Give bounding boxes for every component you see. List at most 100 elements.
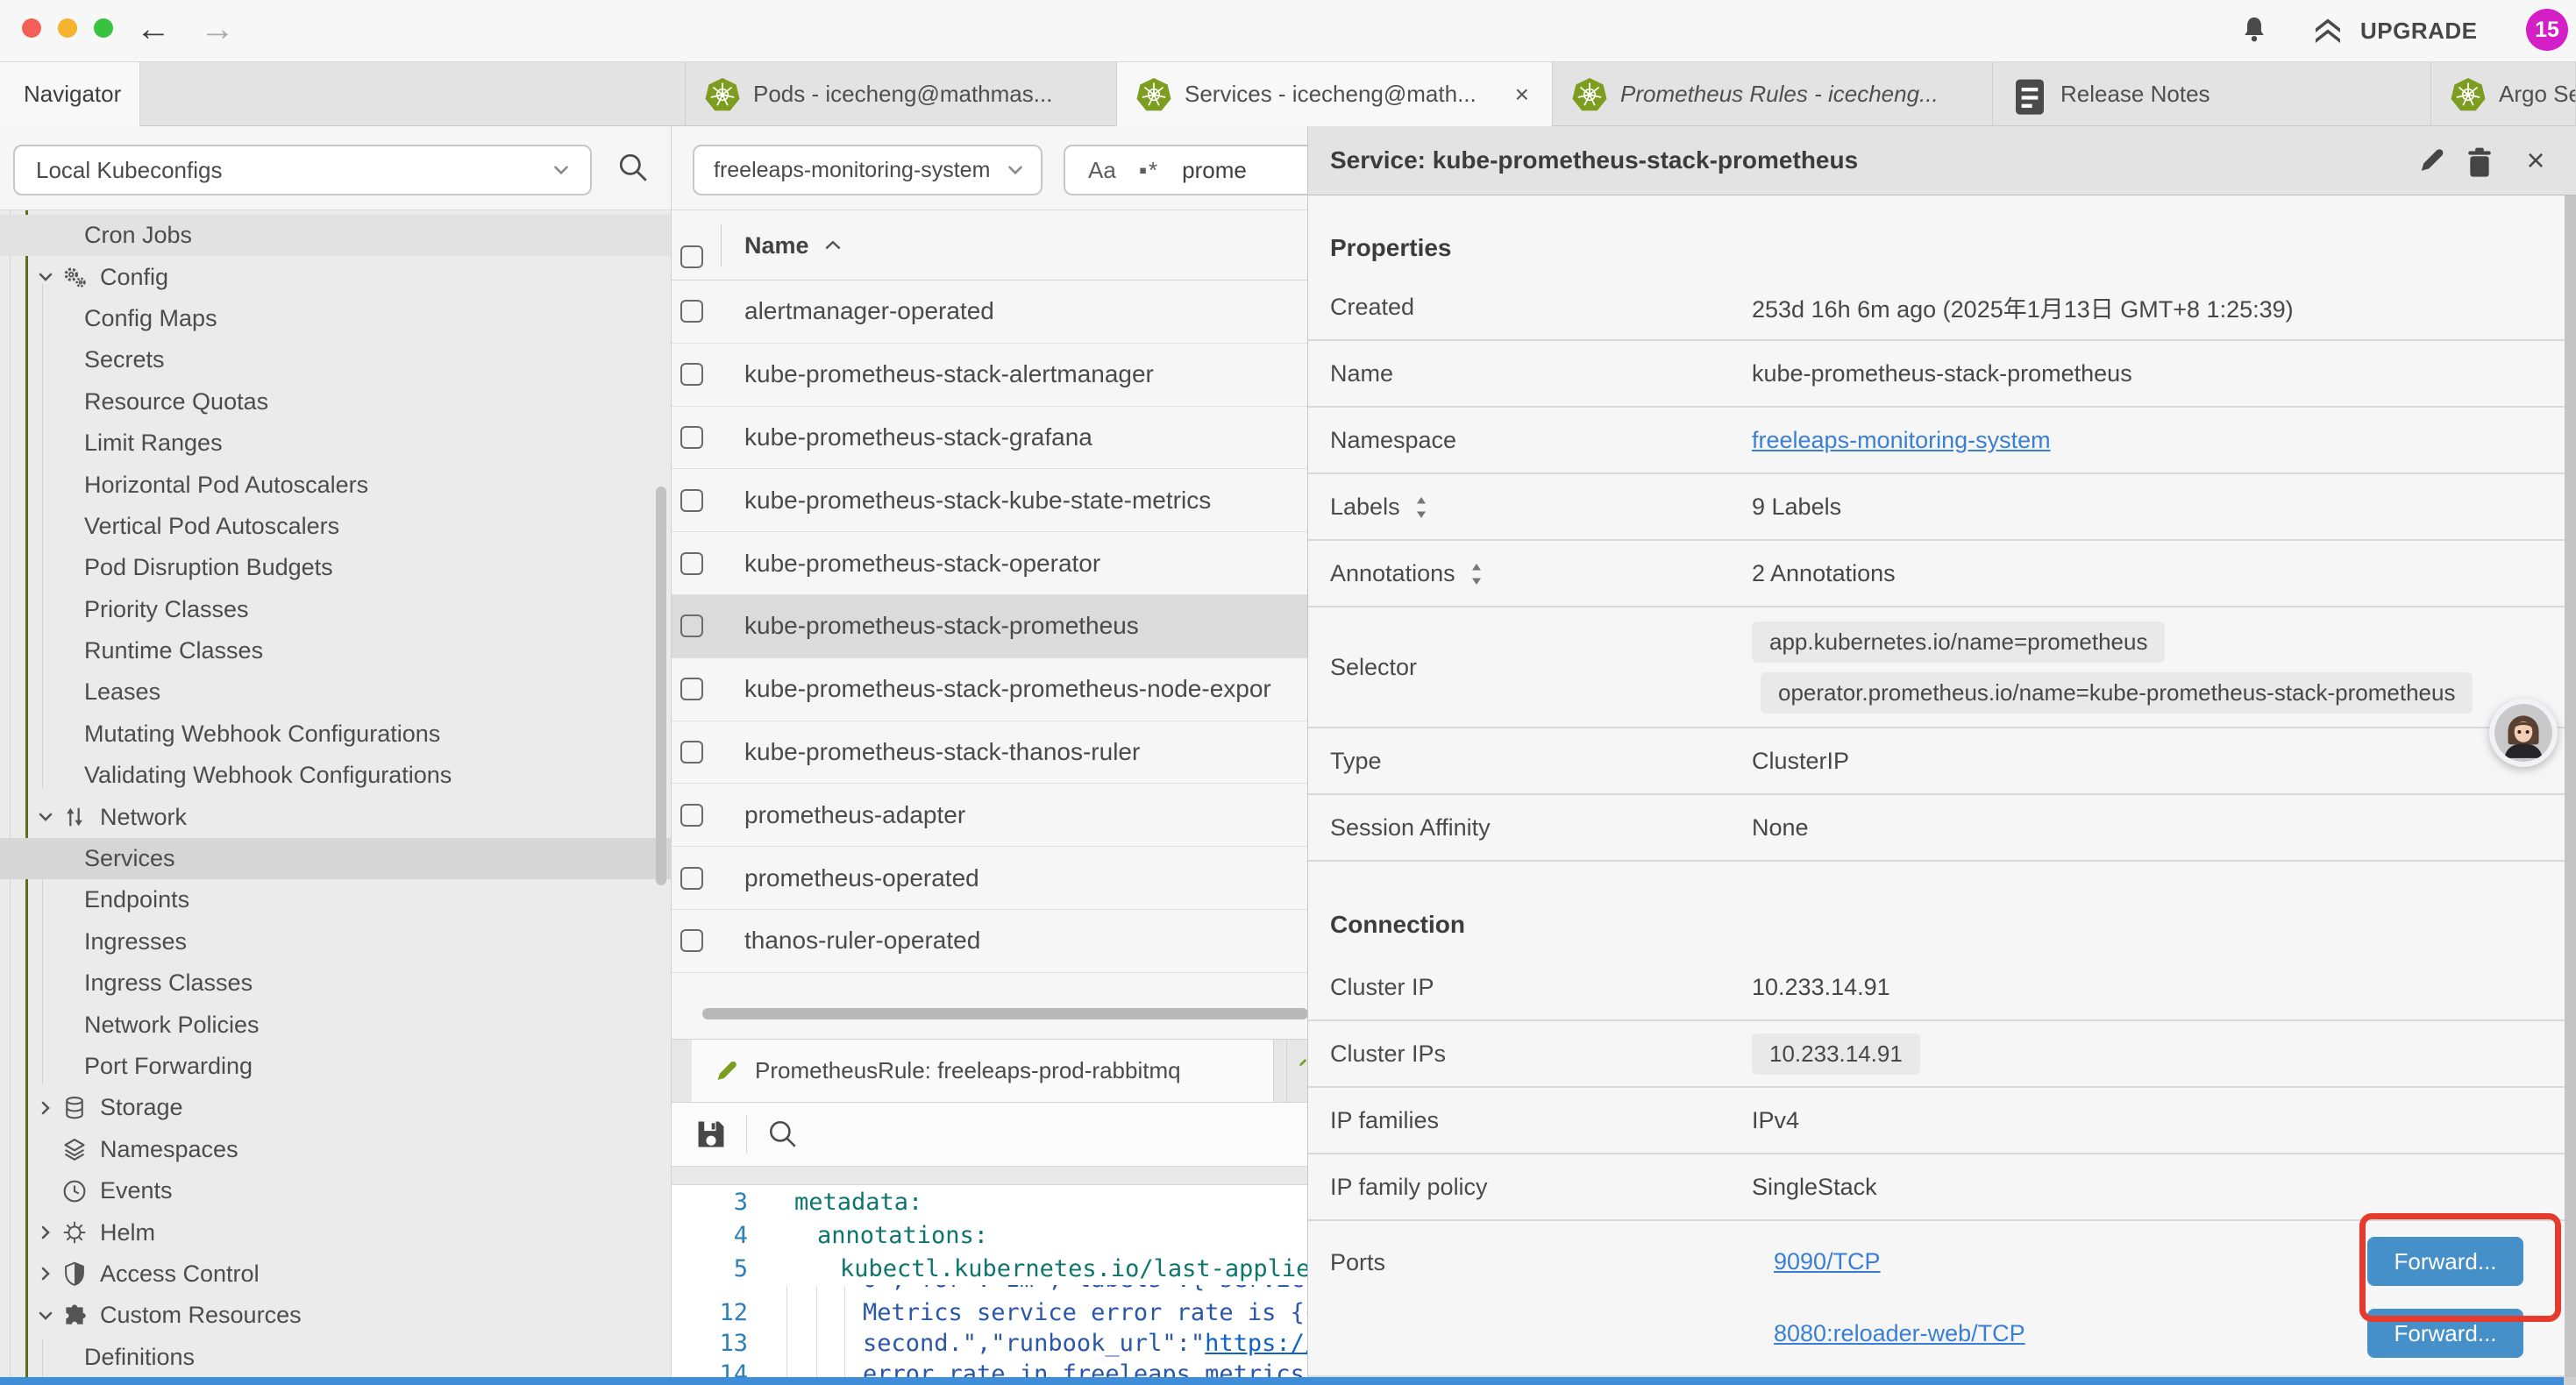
table-row[interactable]: kube-prometheus-stack-alertmanager — [672, 344, 1307, 407]
code-link[interactable]: https://net — [1205, 1330, 1307, 1357]
sidebar-item-ingresses[interactable]: Ingresses — [0, 921, 671, 962]
sidebar-scrollbar[interactable] — [656, 487, 666, 885]
filter-search-input[interactable]: Aa ▪* prome — [1064, 145, 1307, 195]
tab-argo-se[interactable]: Argo Se — [2431, 62, 2576, 126]
notifications-bell-icon[interactable] — [2241, 15, 2267, 45]
sidebar-item-mutating-webhook-configurations[interactable]: Mutating Webhook Configurations — [0, 714, 671, 755]
row-checkbox[interactable] — [680, 489, 703, 512]
editor-search-icon[interactable] — [766, 1118, 800, 1151]
sidebar-item-config-maps[interactable]: Config Maps — [0, 298, 671, 339]
table-row[interactable]: prometheus-operated — [672, 847, 1307, 910]
forward-button[interactable]: Forward... — [2367, 1237, 2523, 1286]
row-checkbox[interactable] — [680, 363, 703, 386]
sidebar-item-custom-resources[interactable]: Custom Resources — [0, 1295, 671, 1336]
close-icon[interactable]: × — [2518, 138, 2553, 182]
sidebar-item-cron-jobs[interactable]: Cron Jobs — [0, 215, 671, 256]
row-checkbox[interactable] — [680, 867, 703, 890]
sidebar-item-helm[interactable]: Helm — [0, 1211, 671, 1253]
yaml-editor[interactable]: 3metadata:4annotations:5kubectl.kubernet… — [672, 1185, 1307, 1385]
row-checkbox[interactable] — [680, 678, 703, 700]
sidebar-item-horizontal-pod-autoscalers[interactable]: Horizontal Pod Autoscalers — [0, 464, 671, 505]
sidebar-item-network[interactable]: Network — [0, 796, 671, 837]
row-checkbox[interactable] — [680, 741, 703, 764]
sidebar-item-network-policies[interactable]: Network Policies — [0, 1004, 671, 1045]
row-checkbox[interactable] — [680, 426, 703, 449]
chevron-right-icon[interactable] — [35, 1263, 56, 1284]
sort-updown-icon[interactable] — [1468, 562, 1485, 585]
sidebar-item-ingress-classes[interactable]: Ingress Classes — [0, 962, 671, 1004]
sidebar-item-definitions[interactable]: Definitions — [0, 1337, 671, 1378]
namespace-select[interactable]: freeleaps-monitoring-system — [693, 145, 1042, 195]
sidebar-item-port-forwarding[interactable]: Port Forwarding — [0, 1046, 671, 1087]
notification-count-badge[interactable]: 15 — [2526, 9, 2568, 51]
sidebar-item-validating-webhook-configurations[interactable]: Validating Webhook Configurations — [0, 755, 671, 796]
kubeconfig-select[interactable]: Local Kubeconfigs — [13, 145, 592, 195]
sidebar-item-namespaces[interactable]: Namespaces — [0, 1129, 671, 1170]
row-checkbox[interactable] — [680, 552, 703, 575]
row-checkbox[interactable] — [680, 929, 703, 952]
sidebar-item-resource-quotas[interactable]: Resource Quotas — [0, 381, 671, 423]
sidebar-item-secrets[interactable]: Secrets — [0, 339, 671, 380]
tab-pods-icecheng-mathmas[interactable]: Pods - icecheng@mathmas... — [685, 62, 1117, 126]
table-row[interactable]: kube-prometheus-stack-prometheus — [672, 595, 1307, 658]
sidebar-item-leases[interactable]: Leases — [0, 671, 671, 713]
regex-icon[interactable]: ▪* — [1139, 157, 1159, 184]
table-row[interactable]: prometheus-adapter — [672, 784, 1307, 847]
sidebar-item-vertical-pod-autoscalers[interactable]: Vertical Pod Autoscalers — [0, 506, 671, 547]
row-checkbox[interactable] — [680, 804, 703, 827]
table-row[interactable]: thanos-ruler-operated — [672, 910, 1307, 973]
edit-pencil-icon[interactable] — [2416, 146, 2446, 175]
upgrade-label[interactable]: UPGRADE — [2360, 18, 2478, 45]
sort-updown-icon[interactable] — [1413, 495, 1430, 518]
sidebar-item-pod-disruption-budgets[interactable]: Pod Disruption Budgets — [0, 547, 671, 588]
back-icon[interactable]: ← — [136, 5, 171, 53]
forward-icon[interactable]: → — [200, 5, 235, 53]
port-link[interactable]: 9090/TCP — [1774, 1248, 1881, 1275]
traffic-light-close-icon[interactable] — [22, 18, 41, 38]
sidebar-item-events[interactable]: Events — [0, 1170, 671, 1211]
chevron-right-icon[interactable] — [35, 1222, 56, 1243]
chevron-down-icon[interactable] — [35, 1305, 56, 1326]
sidebar-item-services[interactable]: Services — [0, 838, 671, 879]
avatar[interactable] — [2489, 699, 2558, 767]
editor-tab-prometheusrule[interactable]: PrometheusRule: freeleaps-prod-rabbitmq — [692, 1040, 1274, 1102]
table-row[interactable]: kube-prometheus-stack-kube-state-metrics — [672, 469, 1307, 532]
forward-button[interactable]: Forward... — [2367, 1309, 2523, 1358]
search-icon[interactable] — [616, 151, 650, 184]
table-row[interactable]: kube-prometheus-stack-operator — [672, 532, 1307, 595]
detail-scrollbar[interactable] — [2565, 195, 2576, 1385]
tab-release-notes[interactable]: Release Notes — [1993, 62, 2431, 126]
chevron-right-icon[interactable] — [35, 1097, 56, 1119]
save-icon[interactable] — [694, 1117, 729, 1152]
column-header-name[interactable]: Name — [744, 210, 843, 281]
match-case-icon[interactable]: Aa — [1088, 157, 1116, 184]
row-checkbox[interactable] — [680, 300, 703, 323]
sidebar-item-config[interactable]: Config — [0, 256, 671, 297]
table-row[interactable]: kube-prometheus-stack-thanos-ruler — [672, 721, 1307, 785]
table-row[interactable]: kube-prometheus-stack-grafana — [672, 407, 1307, 470]
tab-services-icecheng-math[interactable]: Services - icecheng@math...× — [1117, 62, 1553, 126]
delete-trash-icon[interactable] — [2466, 146, 2494, 176]
table-row[interactable]: kube-prometheus-stack-prometheus-node-ex… — [672, 658, 1307, 721]
horizontal-scrollbar[interactable] — [702, 1008, 1307, 1019]
row-checkbox[interactable] — [680, 614, 703, 637]
sidebar-item-storage[interactable]: Storage — [0, 1087, 671, 1128]
port-link[interactable]: 8080:reloader-web/TCP — [1774, 1320, 2025, 1347]
table-row[interactable]: alertmanager-operated — [672, 281, 1307, 344]
sidebar-item-runtime-classes[interactable]: Runtime Classes — [0, 630, 671, 671]
traffic-light-zoom-icon[interactable] — [94, 18, 113, 38]
upgrade-chevrons-icon[interactable] — [2313, 17, 2343, 45]
sidebar-item-endpoints[interactable]: Endpoints — [0, 879, 671, 920]
close-tab-icon[interactable]: × — [1515, 82, 1529, 107]
traffic-light-minimize-icon[interactable] — [58, 18, 77, 38]
sidebar-item-access-control[interactable]: Access Control — [0, 1254, 671, 1295]
editor-tab-next[interactable] — [1286, 1040, 1307, 1102]
sidebar-item-priority-classes[interactable]: Priority Classes — [0, 589, 671, 630]
chevron-down-icon[interactable] — [35, 266, 56, 288]
tab-prometheus-rules-icecheng[interactable]: Prometheus Rules - icecheng... — [1553, 62, 1993, 126]
chevron-down-icon[interactable] — [35, 806, 56, 827]
namespace-link[interactable]: freeleaps-monitoring-system — [1752, 427, 2051, 454]
sidebar-item-limit-ranges[interactable]: Limit Ranges — [0, 423, 671, 464]
tab-navigator[interactable]: Navigator — [0, 62, 140, 126]
select-all-checkbox[interactable] — [680, 245, 703, 268]
